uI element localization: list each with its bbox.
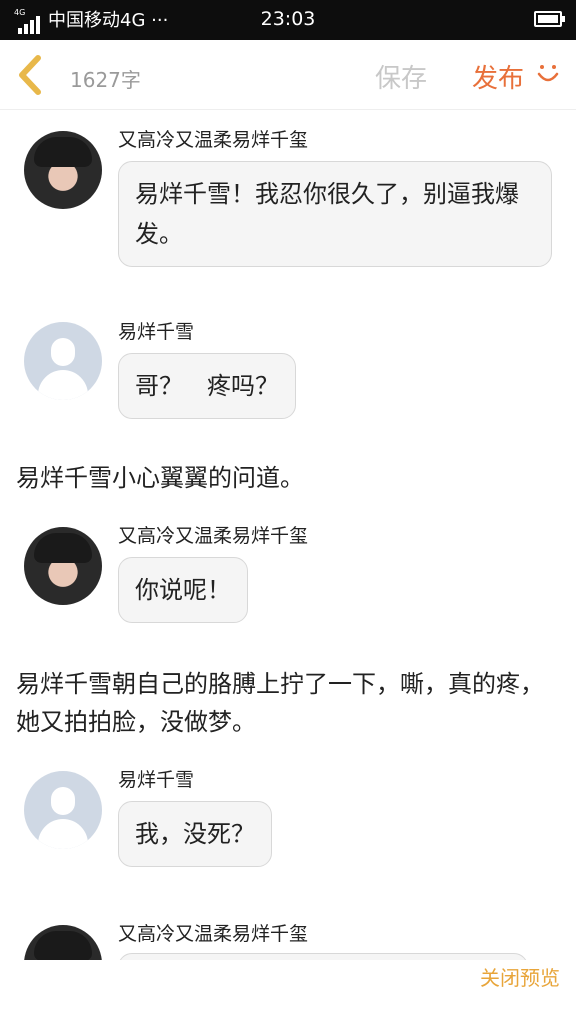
message-bubble: 哥？ 疼吗？ — [118, 353, 296, 419]
battery-icon — [534, 11, 565, 27]
avatar[interactable] — [24, 925, 102, 960]
message-bubble: 我，没死？ — [118, 801, 272, 867]
message-bubble: 你说呢！ — [118, 557, 248, 623]
editor-toolbar: 1627字 保存 发布 — [0, 40, 576, 110]
speaker-name: 易烊千雪 — [118, 769, 195, 791]
speaker-name: 又高冷又温柔易烊千玺 — [118, 525, 309, 547]
avatar[interactable] — [24, 322, 102, 400]
clock: 23:03 — [260, 8, 316, 30]
word-count: 1627字 — [70, 68, 141, 92]
avatar[interactable] — [24, 527, 102, 605]
story-preview[interactable]: 又高冷又温柔易烊千玺 易烊千雪！我忍你很久了，别逼我爆发。 易烊千雪 哥？ 疼吗… — [0, 111, 576, 960]
narration-text: 易烊千雪小心翼翼的问道。 — [16, 464, 304, 492]
narration-text: 易烊千雪朝自己的胳膊上拧了一下，嘶，真的疼，她又拍拍脸，没做梦。 — [16, 670, 544, 736]
status-bar: 4G 中国移动4G ··· 23:03 — [0, 0, 576, 40]
speaker-name: 易烊千雪 — [118, 321, 195, 343]
speaker-name: 又高冷又温柔易烊千玺 — [118, 923, 309, 945]
emoji-smile-icon[interactable] — [536, 62, 560, 86]
avatar[interactable] — [24, 131, 102, 209]
save-button[interactable]: 保存 — [375, 58, 427, 95]
close-preview-button[interactable]: 关闭预览 — [480, 962, 560, 991]
publish-button[interactable]: 发布 — [472, 58, 524, 95]
speaker-name: 又高冷又温柔易烊千玺 — [118, 129, 309, 151]
message-bubble — [118, 953, 528, 960]
back-chevron-icon[interactable] — [14, 54, 48, 96]
avatar[interactable] — [24, 771, 102, 849]
message-bubble: 易烊千雪！我忍你很久了，别逼我爆发。 — [118, 161, 552, 267]
